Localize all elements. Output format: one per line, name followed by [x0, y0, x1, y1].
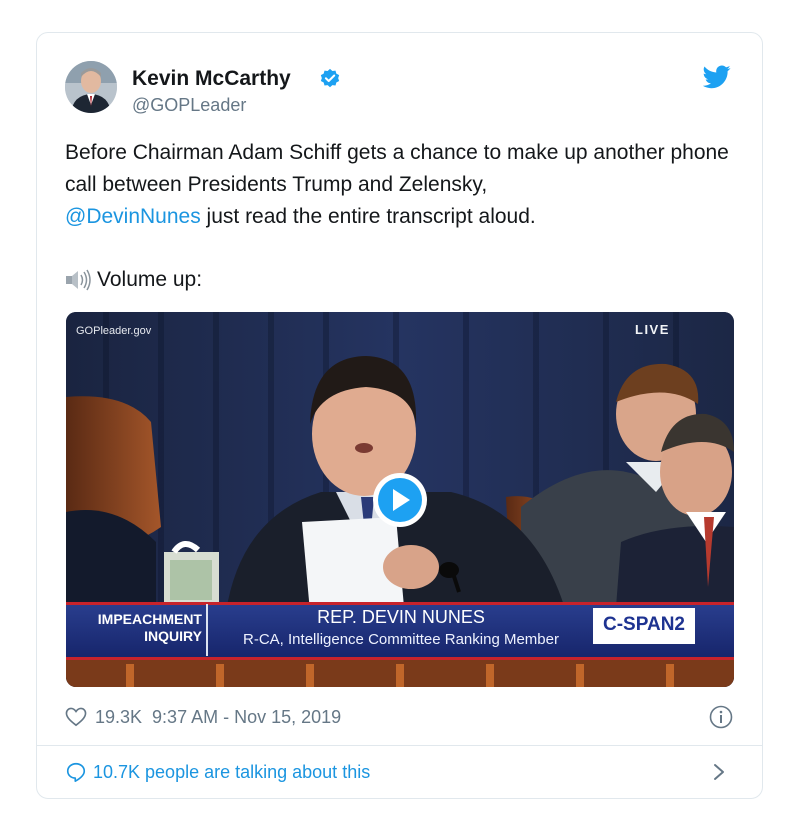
volume-line: Volume up:	[65, 264, 202, 296]
verified-badge-icon	[320, 68, 340, 88]
info-icon[interactable]	[709, 705, 733, 729]
twitter-bird-icon[interactable]	[703, 65, 731, 89]
tweet-meta: 19.3K 9:37 AM - Nov 15, 2019	[65, 705, 735, 729]
talking-link[interactable]: 10.7K people are talking about this	[65, 761, 370, 783]
volume-text: Volume up:	[97, 268, 203, 291]
avatar-image	[65, 61, 117, 113]
speaker-volume-icon	[66, 269, 91, 291]
lower-third-tag: IMPEACHMENT INQUIRY	[78, 611, 202, 645]
mention-link[interactable]: @DevinNunes	[65, 205, 201, 228]
tweet-text: Before Chairman Adam Schiff gets a chanc…	[65, 137, 745, 233]
lower-third-tag-line2: INQUIRY	[144, 628, 202, 644]
heart-icon[interactable]	[65, 707, 87, 727]
tweet-timestamp[interactable]: 9:37 AM - Nov 15, 2019	[152, 707, 341, 728]
video-source-label: GOPleader.gov	[76, 325, 152, 337]
divider	[37, 745, 762, 746]
author-handle[interactable]: @GOPLeader	[132, 95, 246, 116]
lower-third-tag-line1: IMPEACHMENT	[97, 611, 202, 627]
lower-third-title: R-CA, Intelligence Committee Ranking Mem…	[243, 631, 559, 648]
tweet-card: Kevin McCarthy @GOPLeader Before Chairma…	[36, 32, 763, 799]
lower-third-name: REP. DEVIN NUNES	[317, 607, 485, 627]
avatar[interactable]	[65, 61, 117, 113]
author-name[interactable]: Kevin McCarthy	[132, 67, 291, 91]
tweet-text-body: Before Chairman Adam Schiff gets a chanc…	[65, 141, 729, 196]
like-count[interactable]: 19.3K	[95, 707, 142, 728]
network-logo: C-SPAN2	[603, 614, 685, 635]
speech-bubble-icon	[66, 762, 86, 782]
chevron-right-icon[interactable]	[711, 761, 727, 783]
video-player[interactable]: GOPleader.gov LIVE IMPEACHMENT INQUIRY R…	[66, 312, 734, 687]
talking-text[interactable]: 10.7K people are talking about this	[93, 762, 370, 783]
live-badge: LIVE	[635, 322, 670, 337]
tweet-text-tail: just read the entire transcript aloud.	[200, 205, 536, 228]
